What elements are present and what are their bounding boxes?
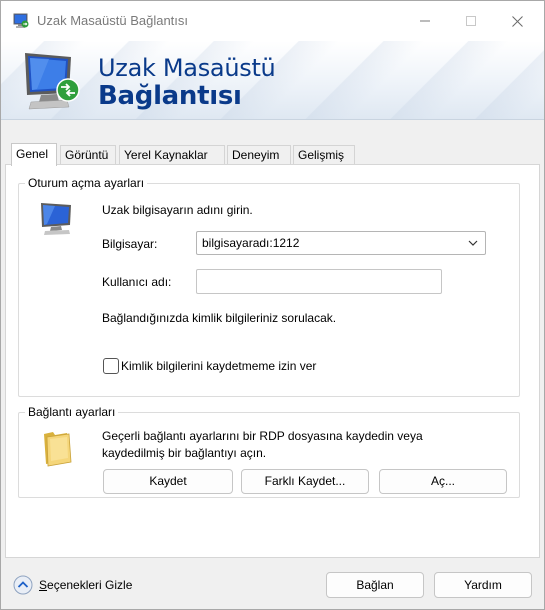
window-title: Uzak Masaüstü Bağlantısı (37, 13, 189, 28)
logon-settings-label: Oturum açma ayarları (25, 176, 148, 190)
tab-general[interactable]: Genel (11, 143, 57, 166)
computer-combobox[interactable]: bilgisayaradı:1212 (196, 231, 486, 255)
credentials-note-text: Bağlandığınızda kimlik bilgileriniz soru… (102, 311, 337, 325)
chevron-down-icon (468, 240, 478, 246)
banner-title-line2: Bağlantısı (98, 81, 242, 111)
help-button[interactable]: Yardım (434, 572, 532, 598)
hide-options-toggle-icon[interactable] (13, 575, 33, 595)
connection-description-line2: kaydedilmiş bir bağlantıyı açın. (102, 446, 267, 460)
tab-advanced[interactable]: Gelişmiş (293, 145, 355, 165)
computer-label: Bilgisayar: (102, 237, 158, 251)
maximize-button[interactable] (448, 1, 494, 41)
computer-icon (41, 203, 71, 235)
rdp-window: Uzak Masaüstü Bağlantısı Uzak Masaüstü B… (0, 0, 545, 610)
title-bar[interactable]: Uzak Masaüstü Bağlantısı (1, 1, 544, 41)
connection-settings-group: Bağlantı ayarları Geçerli bağlantı ayarl… (18, 405, 520, 498)
allow-save-credentials-label[interactable]: Kimlik bilgilerini kaydetmeme izin ver (121, 359, 316, 373)
save-button[interactable]: Kaydet (103, 469, 233, 494)
save-as-button[interactable]: Farklı Kaydet... (241, 469, 369, 494)
username-label: Kullanıcı adı: (102, 275, 172, 289)
hide-options-accesskey: S (39, 578, 48, 592)
username-field[interactable] (196, 269, 442, 294)
hide-options-label-rest: eçenekleri Gizle (47, 578, 133, 592)
minimize-icon (420, 20, 430, 22)
header-banner: Uzak Masaüstü Bağlantısı (1, 41, 544, 120)
minimize-button[interactable] (402, 1, 448, 41)
hide-options-label[interactable]: Seçenekleri Gizle (39, 578, 132, 592)
maximize-icon (466, 16, 476, 26)
remote-desktop-logo-icon (25, 53, 80, 110)
connect-button[interactable]: Bağlan (326, 572, 424, 598)
computer-combobox-value: bilgisayaradı:1212 (202, 236, 300, 250)
open-button[interactable]: Aç... (379, 469, 507, 494)
close-button[interactable] (494, 1, 540, 41)
remote-desktop-app-icon (13, 13, 29, 28)
computer-instruction-text: Uzak bilgisayarın adını girin. (102, 203, 253, 217)
tab-display[interactable]: Görüntü (60, 145, 116, 165)
tab-experience[interactable]: Deneyim (227, 145, 291, 165)
connection-settings-label: Bağlantı ayarları (25, 405, 119, 419)
close-icon (511, 15, 523, 27)
logon-settings-group: Oturum açma ayarları Uzak bilgisayarın a… (18, 176, 520, 397)
general-tab-panel: Oturum açma ayarları Uzak bilgisayarın a… (5, 164, 540, 558)
folder-icon (44, 432, 72, 467)
allow-save-credentials-checkbox[interactable] (103, 358, 119, 374)
banner-title-line1: Uzak Masaüstü (98, 54, 276, 82)
tab-local-resources[interactable]: Yerel Kaynaklar (119, 145, 225, 165)
connection-description-line1: Geçerli bağlantı ayarlarını bir RDP dosy… (102, 429, 423, 443)
